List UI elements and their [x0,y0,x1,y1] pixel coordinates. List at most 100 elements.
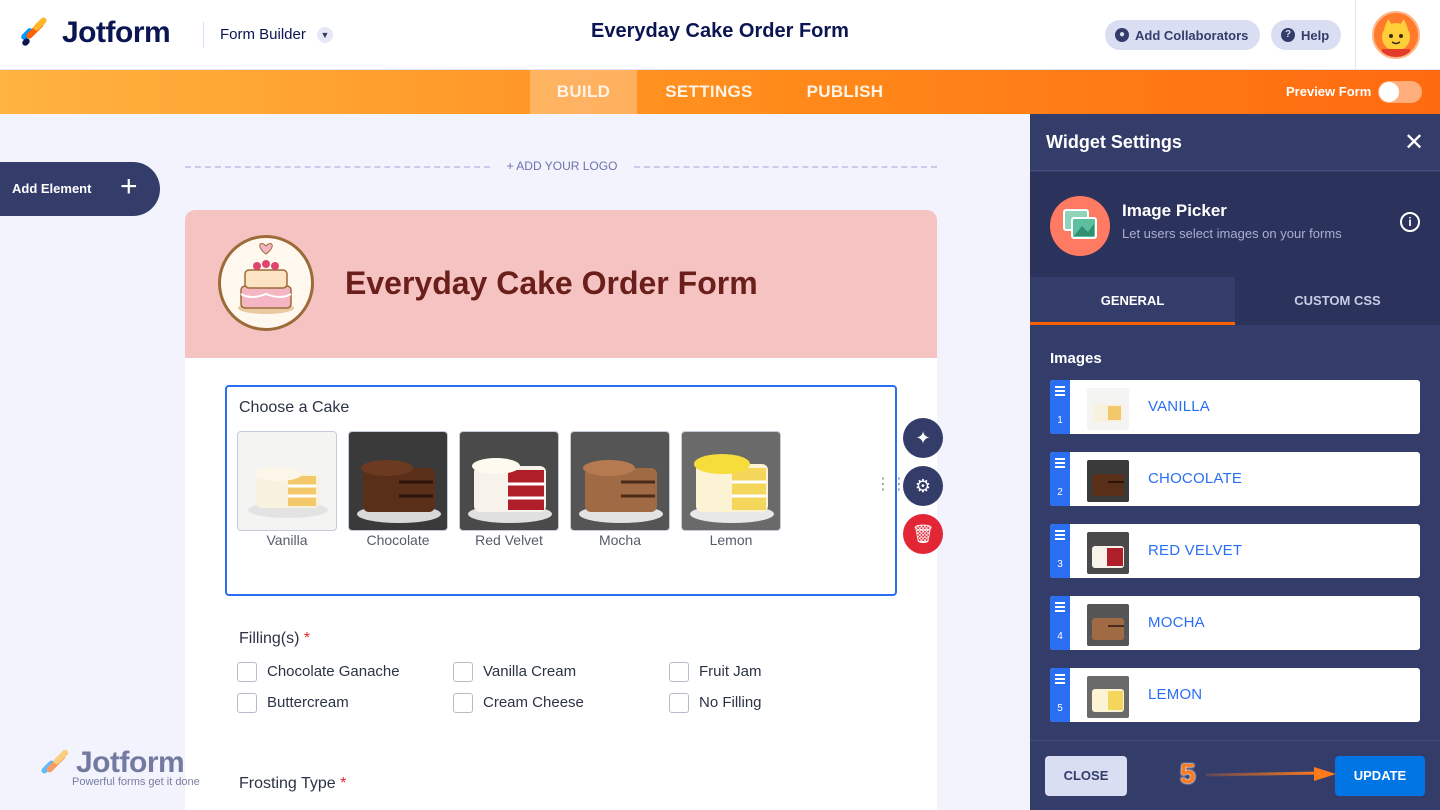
image-list-item[interactable]: 3 RED VELVET [1050,524,1420,578]
widget-name: Image Picker [1122,201,1227,220]
drag-handle-icon[interactable]: ⋮⋮ [875,477,907,493]
image-name: VANILLA [1148,398,1210,415]
drag-handle-icon[interactable]: 2 [1050,452,1070,506]
cake-option-lemon[interactable] [681,431,781,531]
step-annotation-number: 5 [1180,758,1196,789]
drag-handle-icon[interactable]: 3 [1050,524,1070,578]
filling-option-label[interactable]: Chocolate Ganache [267,663,400,680]
filling-checkbox[interactable] [669,693,689,713]
header-divider-right [1355,0,1356,70]
mocha-thumbnail [1087,604,1129,646]
form-heading[interactable]: Everyday Cake Order Form [345,265,758,302]
filling-option-label[interactable]: No Filling [699,694,762,711]
image-name: MOCHA [1148,614,1205,631]
cake-option-label: Red Velvet [475,532,543,548]
cake-option-red-velvet[interactable] [459,431,559,531]
panel-title: Widget Settings [1046,132,1182,152]
chocolate-cake-image [349,432,447,530]
image-list-item[interactable]: 2 CHOCOLATE [1050,452,1420,506]
form-header[interactable]: Everyday Cake Order Form [185,210,937,358]
images-section-label: Images [1050,350,1102,367]
image-list-item[interactable]: 1 VANILLA [1050,380,1420,434]
filling-question-text: Filling(s) [239,630,300,647]
cake-option-label: Chocolate [366,532,430,548]
user-avatar[interactable] [1372,11,1420,59]
filling-option-label[interactable]: Vanilla Cream [483,663,576,680]
logo-dashed-line-left [185,166,490,168]
header-divider [203,22,204,48]
cake-question-label[interactable]: Choose a Cake [239,399,349,417]
cake-option-label: Vanilla [266,532,308,548]
add-element-button[interactable]: Add Element + [0,162,160,216]
lemon-thumbnail [1087,676,1129,718]
form-title[interactable]: Everyday Cake Order Form [520,20,920,43]
image-name: CHOCOLATE [1148,470,1243,487]
filling-option-label[interactable]: Fruit Jam [699,663,762,680]
mocha-cake-image [571,432,669,530]
plus-icon: + [120,170,138,203]
chocolate-thumbnail [1087,460,1129,502]
filling-checkbox[interactable] [453,693,473,713]
filling-checkbox[interactable] [669,662,689,682]
image-name: RED VELVET [1148,542,1243,559]
info-icon[interactable]: i [1400,212,1420,232]
cake-option-vanilla[interactable] [237,431,337,531]
filling-option-label[interactable]: Buttercream [267,694,349,711]
update-button[interactable]: UPDATE [1335,756,1425,796]
filling-checkbox[interactable] [237,662,257,682]
tab-build[interactable]: BUILD [530,70,637,114]
frosting-question-label[interactable]: Frosting Type * [239,775,346,793]
watermark-word: Jotform [76,746,185,779]
help-label: Help [1301,27,1330,43]
image-index: 1 [1057,415,1063,426]
help-button[interactable]: ? Help [1271,20,1342,50]
brand-name: Jotform [62,16,171,49]
vanilla-thumbnail [1087,388,1129,430]
close-icon[interactable]: ✕ [1402,128,1426,157]
close-button[interactable]: CLOSE [1045,756,1127,796]
tab-settings[interactable]: SETTINGS [650,70,768,114]
add-logo-button[interactable]: + ADD YOUR LOGO [500,159,624,173]
drag-handle-icon[interactable]: 5 [1050,668,1070,722]
jotform-logo-icon [18,16,50,49]
filling-checkbox[interactable] [453,662,473,682]
watermark-logo-icon [41,749,69,774]
image-index: 5 [1057,703,1063,714]
trash-icon[interactable]: 🗑 [903,514,943,554]
red-velvet-thumbnail [1087,532,1129,574]
vanilla-cake-image [238,432,336,530]
form-builder-menu[interactable]: Form Builder [220,26,306,43]
top-bar: Jotform Form Builder ▼ Everyday Cake Ord… [0,0,1440,70]
add-collaborators-label: Add Collaborators [1135,27,1249,43]
preview-form-toggle[interactable] [1378,81,1422,103]
cake-option-label: Mocha [598,532,642,548]
panel-header: Widget Settings ✕ [1030,114,1440,171]
required-mark: * [303,630,311,647]
filling-option-label[interactable]: Cream Cheese [483,694,584,711]
lemon-cake-image [682,432,780,530]
magic-wand-icon[interactable]: ✦ [903,418,943,458]
image-name: LEMON [1148,686,1203,703]
toggle-knob [1379,82,1399,102]
add-collaborators-button[interactable]: ● Add Collaborators [1105,20,1261,50]
drag-handle-icon[interactable]: 4 [1050,596,1070,650]
image-list-item[interactable]: 4 MOCHA [1050,596,1420,650]
cake-option-chocolate[interactable] [348,431,448,531]
drag-handle-icon[interactable]: 1 [1050,380,1070,434]
gear-icon[interactable]: ⚙ [903,466,943,506]
add-element-label: Add Element [12,181,92,196]
cake-option-mocha[interactable] [570,431,670,531]
jotform-logo[interactable]: Jotform [18,16,171,50]
cake-logo-icon [218,235,314,331]
chevron-down-icon[interactable]: ▼ [317,27,333,43]
image-list-item[interactable]: 5 LEMON [1050,668,1420,722]
filling-question-label[interactable]: Filling(s) * [239,630,310,648]
tab-publish[interactable]: PUBLISH [790,70,900,114]
frosting-question-text: Frosting Type [239,775,336,792]
widget-settings-panel: Widget Settings ✕ Image Picker Let users… [1030,114,1440,810]
tab-custom-css[interactable]: CUSTOM CSS [1235,277,1440,325]
filling-checkbox[interactable] [237,693,257,713]
widget-info: Image Picker Let users select images on … [1030,172,1440,277]
step-annotation-arrow-icon [1205,767,1336,781]
tab-general[interactable]: GENERAL [1030,277,1235,325]
